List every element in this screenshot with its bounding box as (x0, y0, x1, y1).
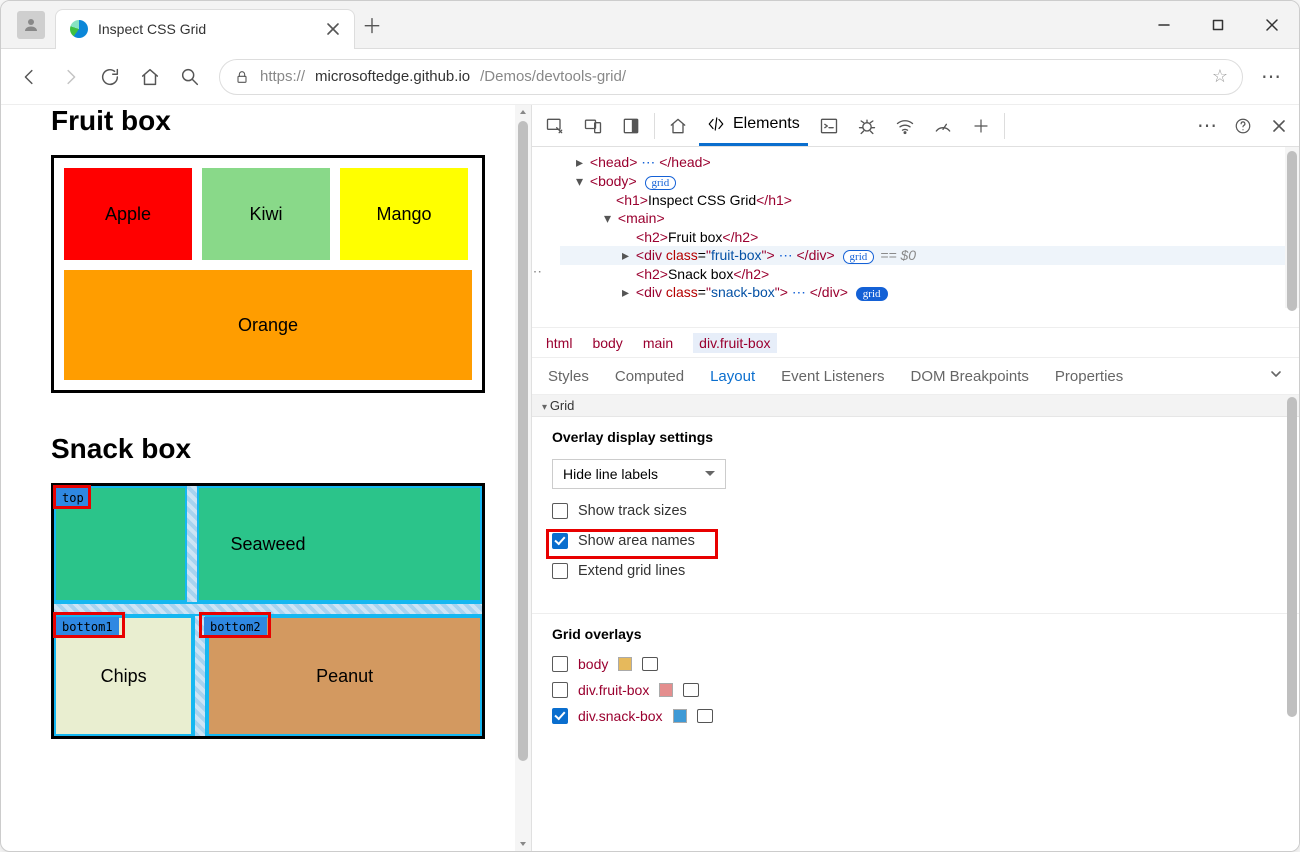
tab-layout[interactable]: Layout (710, 368, 755, 385)
search-button[interactable] (179, 66, 201, 88)
content-area: Fruit box Apple Kiwi Mango Orange Snack … (1, 105, 1299, 851)
browser-tab[interactable]: Inspect CSS Grid (55, 9, 355, 49)
scroll-down-icon[interactable] (518, 839, 528, 849)
browser-window: Inspect CSS Grid ＋ https:// microsoftedge… (0, 0, 1300, 852)
fruit-mango: Mango (340, 168, 468, 260)
crumb-main[interactable]: main (643, 335, 673, 351)
panel-scrollbar[interactable] (1285, 395, 1299, 851)
overlay-settings-heading: Overlay display settings (552, 429, 1279, 445)
code-icon (707, 115, 725, 133)
snack-chips: Chips (54, 616, 193, 736)
dom-overflow-icon[interactable]: ⋯ (532, 263, 544, 280)
favorite-icon[interactable]: ☆ (1212, 66, 1228, 87)
show-track-sizes-row[interactable]: Show track sizes (552, 503, 1279, 519)
close-button[interactable] (1245, 1, 1299, 49)
snack-peanut: Peanut (207, 616, 482, 736)
dom-scrollbar[interactable] (1285, 147, 1299, 308)
styles-subtabs: Styles Computed Layout Event Listeners D… (532, 357, 1299, 395)
crumb-html[interactable]: html (546, 335, 572, 351)
inspect-mini-icon[interactable] (697, 709, 713, 723)
grid-overlays-heading: Grid overlays (552, 626, 1279, 642)
fruit-heading: Fruit box (51, 105, 485, 137)
snack-seaweed: Seaweed (54, 486, 482, 602)
fruit-box: Apple Kiwi Mango Orange (51, 155, 485, 393)
tab-styles[interactable]: Styles (548, 368, 589, 385)
fruit-kiwi: Kiwi (202, 168, 330, 260)
address-bar[interactable]: https:// microsoftedge.github.io/Demos/de… (219, 59, 1243, 95)
titlebar: Inspect CSS Grid ＋ (1, 1, 1299, 49)
elements-label: Elements (733, 115, 800, 133)
menu-button[interactable]: ⋯ (1261, 64, 1281, 89)
home-button[interactable] (139, 66, 161, 88)
tab-dombp[interactable]: DOM Breakpoints (911, 368, 1029, 385)
page-viewport: Fruit box Apple Kiwi Mango Orange Snack … (1, 105, 531, 851)
tab-chevron-icon[interactable] (1269, 367, 1283, 385)
scroll-up-icon[interactable] (518, 107, 528, 117)
devtools-close-icon[interactable] (1265, 112, 1293, 140)
overlay-snack-row[interactable]: div.snack-box (552, 708, 1279, 724)
network-icon[interactable] (888, 110, 922, 142)
new-tab-button[interactable]: ＋ (355, 8, 389, 42)
inspect-mini-icon[interactable] (642, 657, 658, 671)
device-icon[interactable] (576, 110, 610, 142)
url-host: microsoftedge.github.io (315, 68, 470, 85)
dock-icon[interactable] (614, 110, 648, 142)
devtools: Elements ⋯ ⋯ ▸ <head> ⋯ </head> (531, 105, 1299, 851)
devtools-toolbar: Elements ⋯ (532, 105, 1299, 147)
refresh-button[interactable] (99, 66, 121, 88)
layout-panel: Grid Overlay display settings Hide line … (532, 395, 1299, 851)
snack-heading: Snack box (51, 433, 485, 465)
elements-tab[interactable]: Elements (699, 106, 808, 146)
page-scrollbar[interactable] (515, 105, 531, 851)
performance-icon[interactable] (926, 110, 960, 142)
tab-computed[interactable]: Computed (615, 368, 684, 385)
lock-icon (234, 69, 250, 85)
tab-listeners[interactable]: Event Listeners (781, 368, 884, 385)
inspect-mini-icon[interactable] (683, 683, 699, 697)
url-scheme: https:// (260, 68, 305, 85)
edge-favicon (70, 20, 88, 38)
fruit-apple: Apple (64, 168, 192, 260)
forward-button[interactable] (59, 66, 81, 88)
snack-box: Seaweed Chips Peanut top bottom1 b (51, 483, 485, 739)
minimize-button[interactable] (1137, 1, 1191, 49)
show-area-names-row[interactable]: Show area names (552, 533, 1279, 549)
crumb-body[interactable]: body (592, 335, 622, 351)
dom-tree[interactable]: ⋯ ▸ <head> ⋯ </head> ▾ <body> grid <h1>I… (532, 147, 1299, 327)
person-icon (22, 16, 40, 34)
back-button[interactable] (19, 66, 41, 88)
extend-grid-lines-row[interactable]: Extend grid lines (552, 563, 1279, 579)
tab-properties[interactable]: Properties (1055, 368, 1123, 385)
window-buttons (1137, 1, 1299, 49)
fruit-orange: Orange (64, 270, 472, 380)
line-labels-select[interactable]: Hide line labels (552, 459, 726, 489)
maximize-button[interactable] (1191, 1, 1245, 49)
devtools-more-icon[interactable]: ⋯ (1193, 112, 1221, 140)
add-tab-icon[interactable] (964, 110, 998, 142)
url-path: /Demos/devtools-grid/ (480, 68, 626, 85)
bug-icon[interactable] (850, 110, 884, 142)
crumb-selected[interactable]: div.fruit-box (693, 333, 776, 353)
inspect-icon[interactable] (538, 110, 572, 142)
welcome-tab-icon[interactable] (661, 110, 695, 142)
overlay-fruit-row[interactable]: div.fruit-box (552, 682, 1279, 698)
profile-avatar[interactable] (17, 11, 45, 39)
help-icon[interactable] (1229, 112, 1257, 140)
tab-title: Inspect CSS Grid (98, 21, 316, 37)
close-icon[interactable] (326, 22, 340, 36)
grid-section-header[interactable]: Grid (532, 395, 1299, 417)
elements-breadcrumbs[interactable]: html body main div.fruit-box (532, 327, 1299, 357)
console-icon[interactable] (812, 110, 846, 142)
navbar: https:// microsoftedge.github.io/Demos/de… (1, 49, 1299, 105)
overlay-body-row[interactable]: body (552, 656, 1279, 672)
